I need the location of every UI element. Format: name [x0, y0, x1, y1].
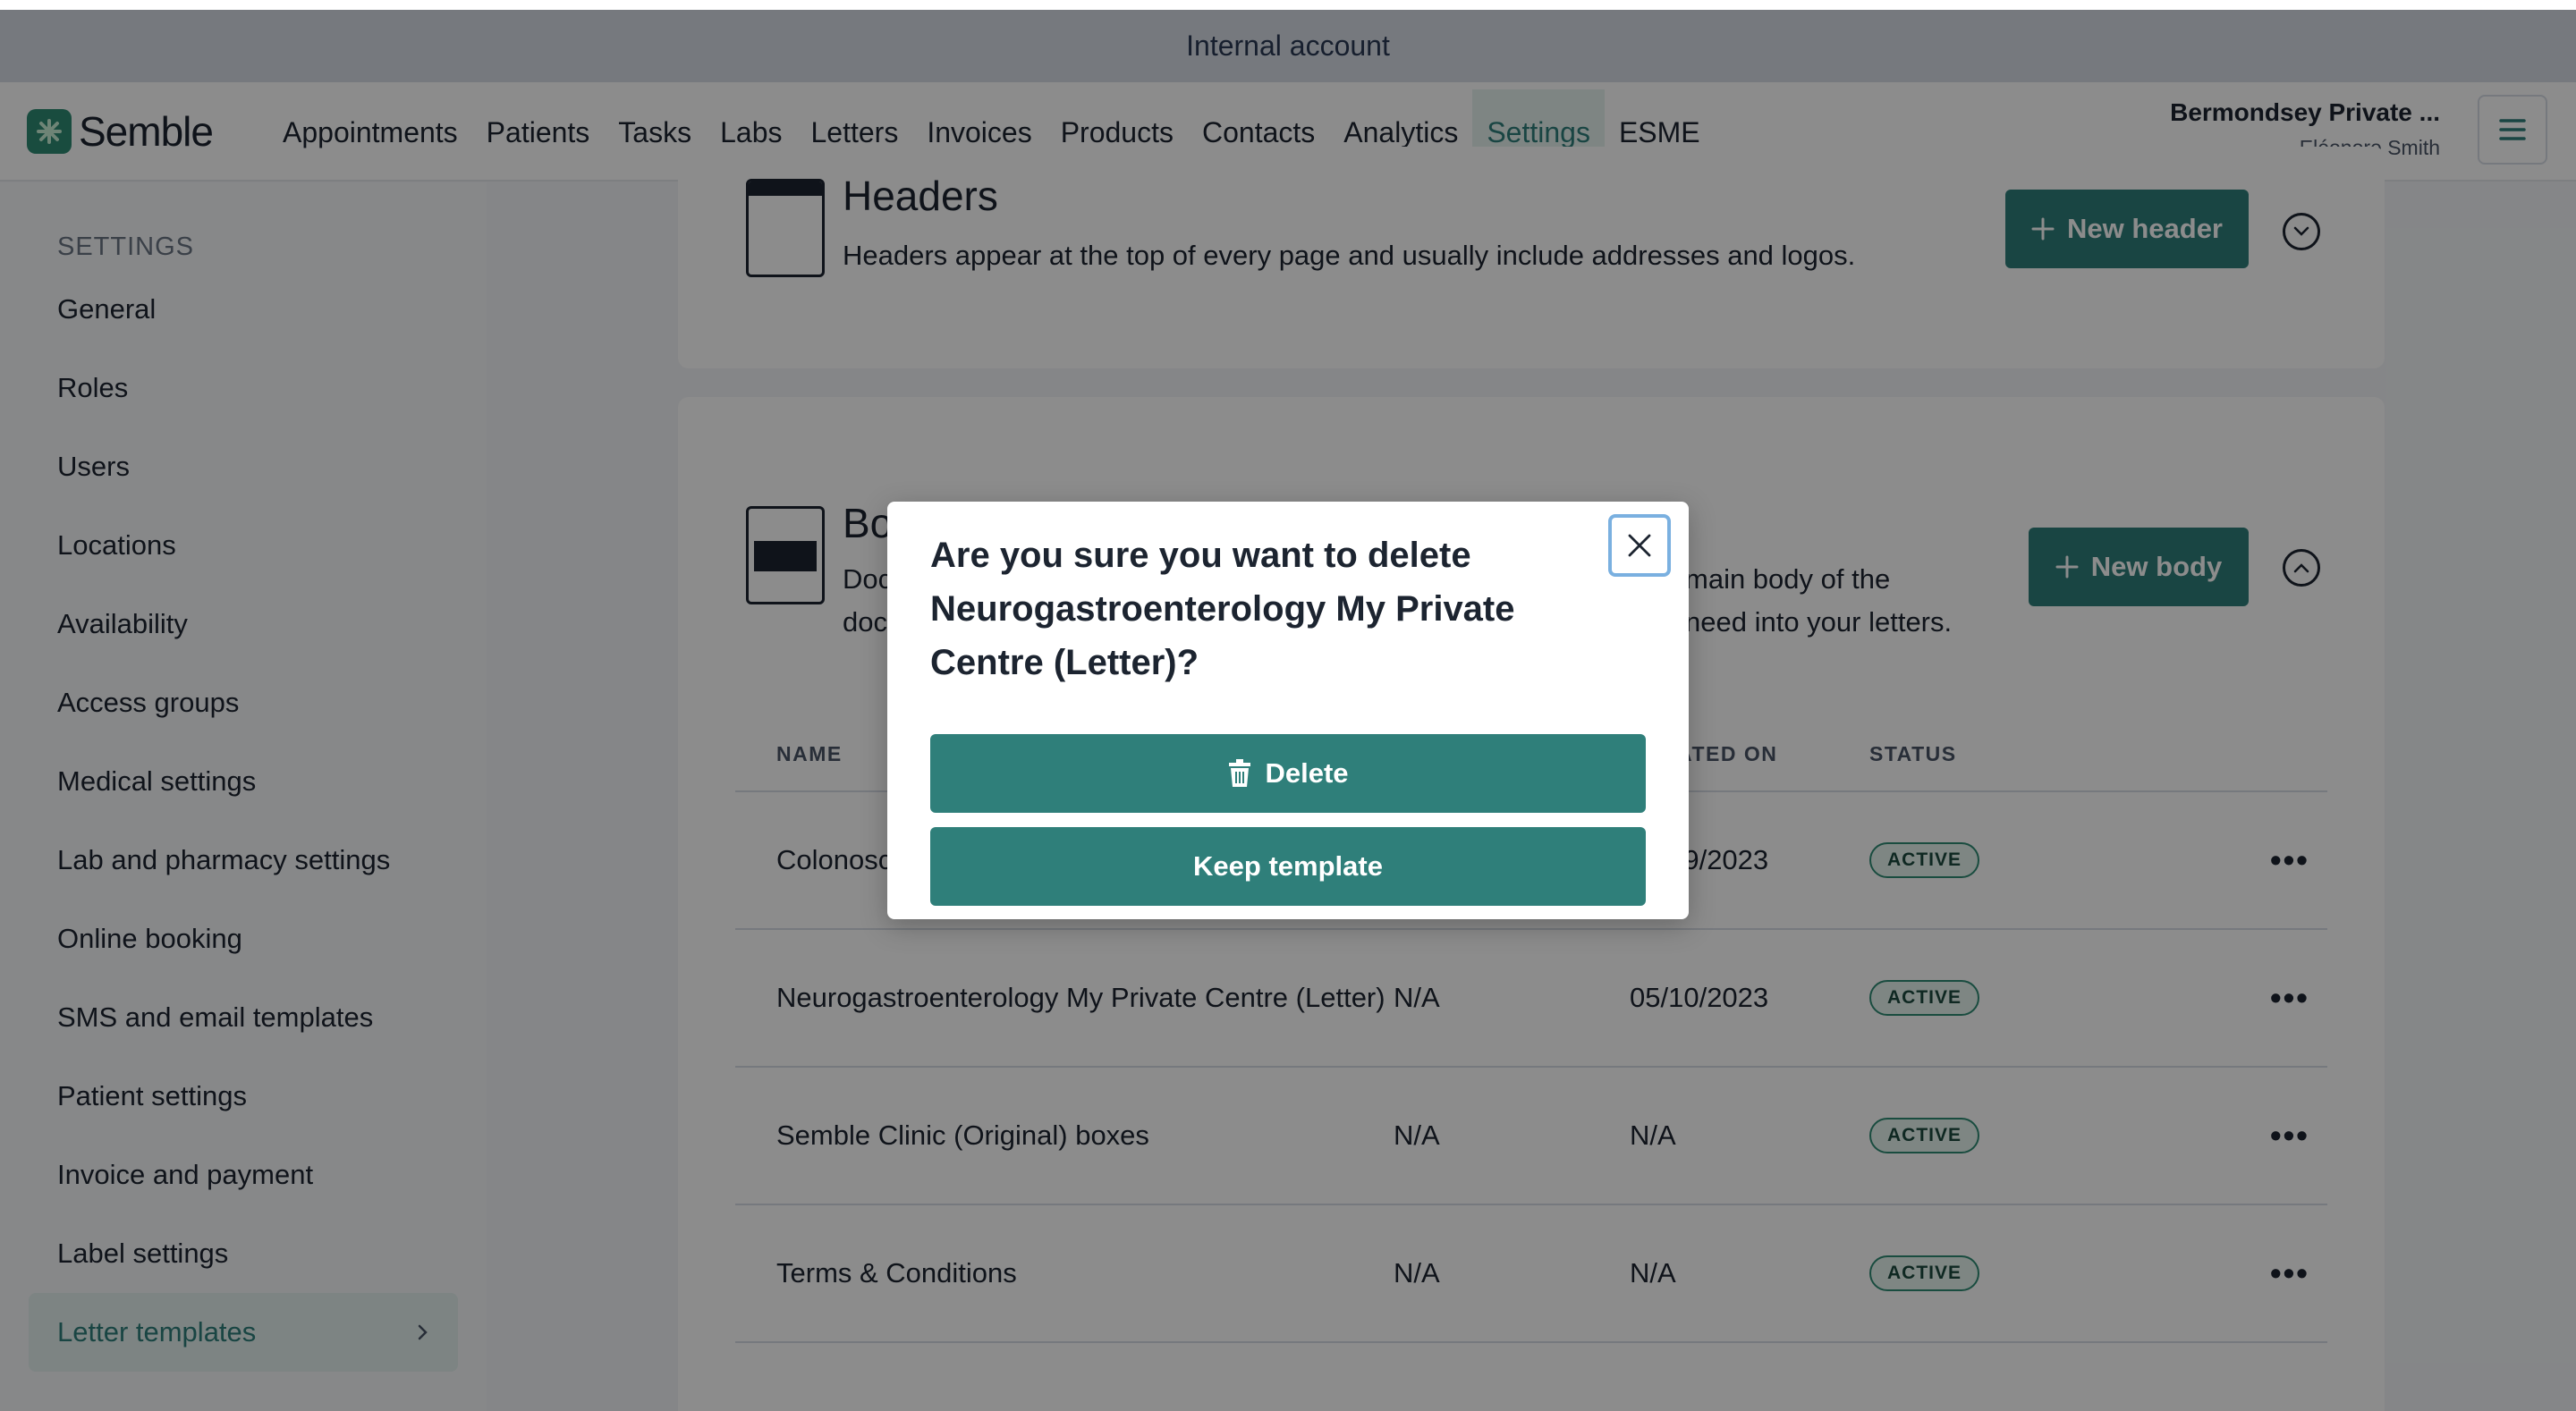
- overlay-top-strip: [0, 0, 2576, 10]
- keep-template-label: Keep template: [1193, 850, 1383, 882]
- delete-label: Delete: [1265, 757, 1349, 789]
- close-icon: [1628, 534, 1651, 557]
- dialog-title: Are you sure you want to delete Neurogas…: [930, 536, 1515, 682]
- close-dialog-button[interactable]: [1608, 514, 1671, 577]
- keep-template-button[interactable]: Keep template: [930, 827, 1646, 906]
- delete-confirmation-dialog: Are you sure you want to delete Neurogas…: [887, 502, 1689, 919]
- trash-icon: [1229, 759, 1251, 787]
- delete-button[interactable]: Delete: [930, 734, 1646, 813]
